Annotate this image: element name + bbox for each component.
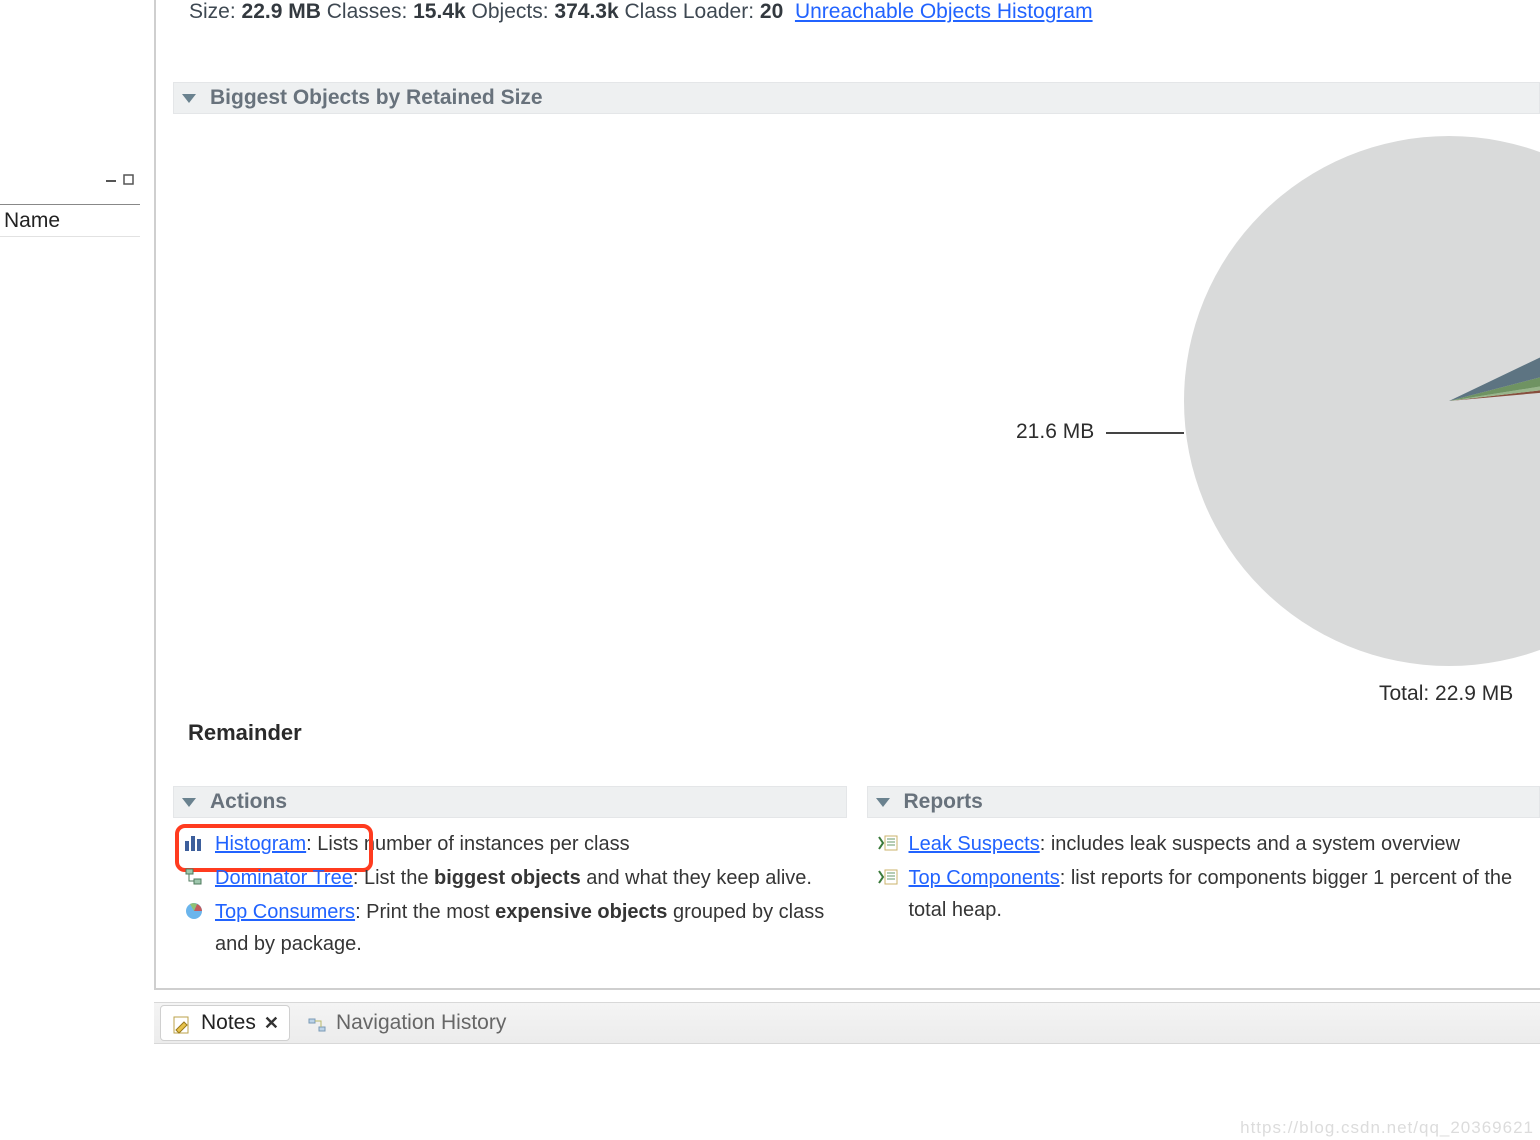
action-link[interactable]: Histogram <box>215 833 306 855</box>
tab-label: Navigation History <box>336 1011 506 1035</box>
action-histogram[interactable]: Histogram: Lists number of instances per… <box>183 828 847 860</box>
chevron-down-icon <box>182 94 196 103</box>
report-desc: : includes leak suspects and a system ov… <box>1040 833 1460 855</box>
size-value: 22.9 MB <box>242 0 321 23</box>
report-link[interactable]: Top Components <box>909 867 1060 889</box>
objects-label: Objects: <box>472 0 549 23</box>
section-title: Actions <box>210 790 287 814</box>
classloader-label: Class Loader: <box>624 0 754 23</box>
action-top-consumers[interactable]: Top Consumers: Print the most expensive … <box>183 896 847 960</box>
divider <box>0 204 140 205</box>
maximize-icon[interactable] <box>123 172 135 186</box>
watermark: https://blog.csdn.net/qq_20369621 <box>1240 1118 1534 1138</box>
classloader-value: 20 <box>760 0 783 23</box>
report-top-components[interactable]: Top Components: list reports for compone… <box>877 862 1540 926</box>
main-content: Size: 22.9 MB Classes: 15.4k Objects: 37… <box>154 0 1540 990</box>
tab-label: Notes <box>201 1011 256 1035</box>
report-icon <box>877 832 899 854</box>
action-desc: : List the biggest objects and what they… <box>353 867 812 889</box>
unreachable-histogram-link[interactable]: Unreachable Objects Histogram <box>795 0 1093 23</box>
sidebar-toolbar <box>106 172 135 186</box>
action-dominator-tree[interactable]: Dominator Tree: List the biggest objects… <box>183 862 847 894</box>
pie-total-label: Total: 22.9 MB <box>1379 682 1513 706</box>
pie-slice-label: 21.6 MB <box>1016 420 1094 444</box>
size-label: Size: <box>189 0 236 23</box>
chevron-down-icon <box>182 798 196 807</box>
objects-value: 374.3k <box>554 0 618 23</box>
pie-leader-line <box>1106 432 1184 434</box>
section-title: Biggest Objects by Retained Size <box>210 86 543 110</box>
left-sidebar: Name <box>0 0 140 1140</box>
report-leak-suspects[interactable]: Leak Suspects: includes leak suspects an… <box>877 828 1540 860</box>
classes-label: Classes: <box>327 0 408 23</box>
action-link[interactable]: Top Consumers <box>215 901 355 923</box>
heap-stats-line: Size: 22.9 MB Classes: 15.4k Objects: 37… <box>189 0 1540 24</box>
bottom-tab-bar: Notes ✕ Navigation History <box>154 1002 1540 1044</box>
tab-navigation-history[interactable]: Navigation History <box>296 1006 516 1040</box>
report-icon <box>877 866 899 888</box>
tab-notes[interactable]: Notes ✕ <box>160 1005 290 1041</box>
section-title: Reports <box>904 790 983 814</box>
close-icon[interactable]: ✕ <box>264 1013 279 1034</box>
section-actions[interactable]: Actions <box>173 786 847 818</box>
action-desc: : Lists number of instances per class <box>306 833 629 855</box>
classes-value: 15.4k <box>413 0 466 23</box>
action-link[interactable]: Dominator Tree <box>215 867 353 889</box>
section-reports[interactable]: Reports <box>867 786 1540 818</box>
reports-column: Reports Leak Suspects: includes leak sus… <box>867 786 1540 962</box>
section-biggest-objects[interactable]: Biggest Objects by Retained Size <box>173 82 1540 114</box>
sidebar-column-header[interactable]: Name <box>4 209 60 233</box>
report-link[interactable]: Leak Suspects <box>909 833 1040 855</box>
pie-icon <box>183 900 205 922</box>
divider <box>0 236 140 237</box>
pie-chart <box>1184 136 1540 666</box>
chevron-down-icon <box>876 798 890 807</box>
actions-column: Actions Histogram: Lists number of insta… <box>173 786 847 962</box>
histogram-icon <box>183 832 205 854</box>
tree-icon <box>183 866 205 888</box>
remainder-label: Remainder <box>188 720 302 746</box>
notes-icon <box>171 1014 193 1036</box>
pie-chart-area: 21.6 MB Total: 22.9 MB <box>936 130 1540 690</box>
navigation-icon <box>306 1014 328 1036</box>
minimize-icon[interactable] <box>106 172 123 186</box>
